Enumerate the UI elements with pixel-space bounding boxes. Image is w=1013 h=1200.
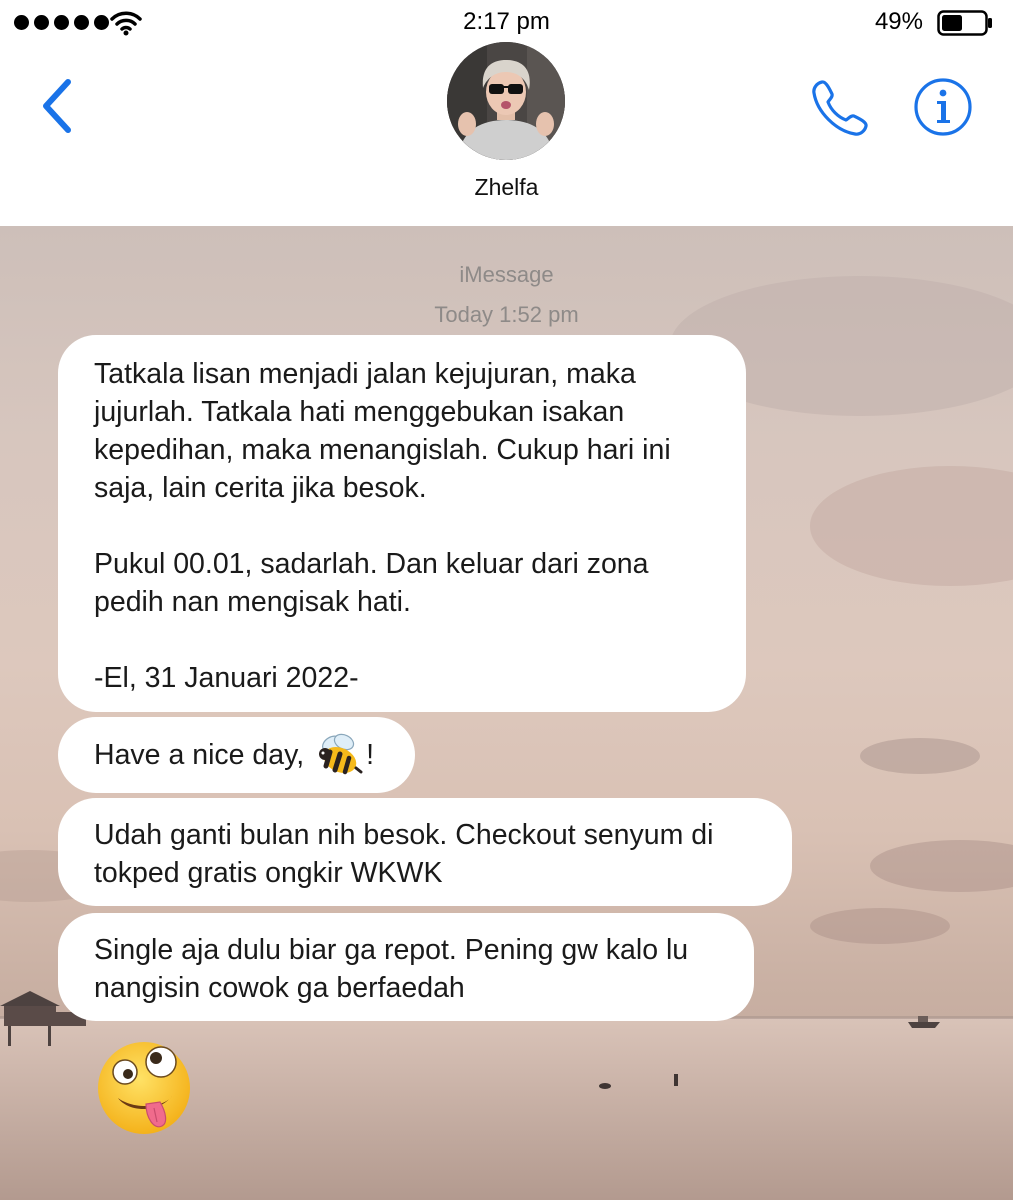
message-thread[interactable]: iMessage Today 1:52 pm Tatkala lisan men… <box>0 226 1013 1200</box>
avatar-photo <box>447 42 565 160</box>
info-icon[interactable] <box>913 77 973 137</box>
status-bar: 2:17 pm 49% <box>0 0 1013 46</box>
contact-avatar[interactable] <box>447 42 565 160</box>
battery-percent: 49% <box>874 8 923 35</box>
message-bubble[interactable]: Single aja dulu biar ga repot. Pening gw… <box>58 913 754 1021</box>
message-text: ! <box>366 739 375 771</box>
contact-name[interactable]: Zhelfa <box>0 174 1013 201</box>
message-bubble[interactable]: Have a nice day, ! <box>58 717 415 793</box>
zany-face-emoji-icon[interactable] <box>94 1038 194 1138</box>
message-bubble[interactable]: Tatkala lisan menjadi jalan kejujuran, m… <box>58 335 746 712</box>
service-label: iMessage <box>459 262 554 287</box>
conversation-header: Zhelfa <box>0 42 1013 226</box>
battery-icon <box>937 10 992 36</box>
message-text: Have a nice day, <box>94 739 313 771</box>
phone-call-icon[interactable] <box>808 76 872 140</box>
status-time: 2:17 pm <box>463 8 550 35</box>
message-bubble[interactable]: Udah ganti bulan nih besok. Checkout sen… <box>58 798 792 906</box>
message-timestamp: Today 1:52 pm <box>434 302 579 327</box>
bee-emoji-icon <box>319 733 363 775</box>
back-chevron-icon[interactable] <box>36 76 76 136</box>
